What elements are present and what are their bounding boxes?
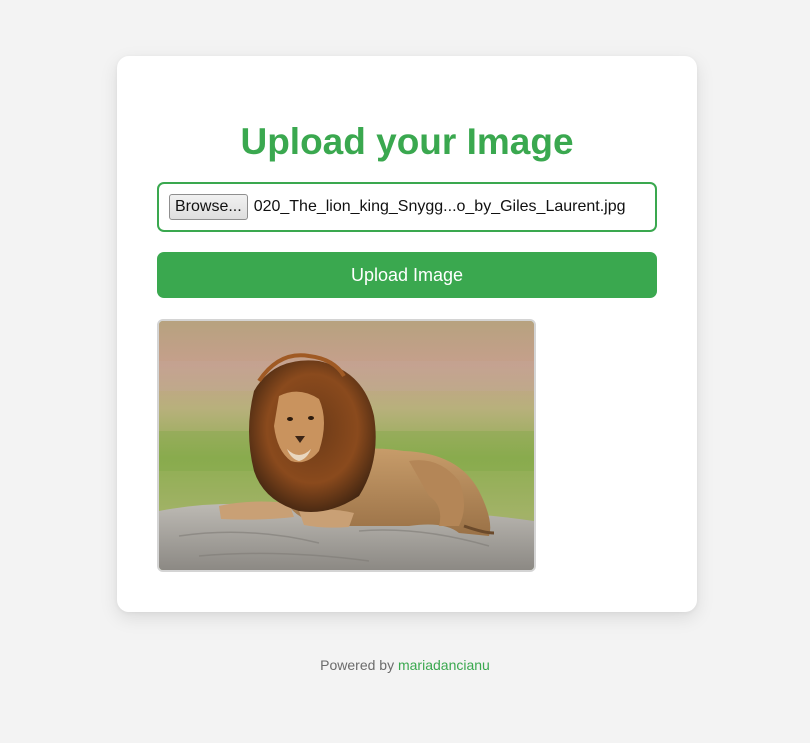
image-preview [157,319,536,572]
lion-photo [159,321,534,570]
page-title: Upload your Image [240,121,574,162]
selected-file-name: 020_The_lion_king_Snygg...o_by_Giles_Lau… [253,198,626,215]
author-link[interactable]: mariadancianu [398,657,490,673]
file-input[interactable]: Browse... 020_The_lion_king_Snygg...o_by… [157,182,657,232]
footer: Powered by mariadancianu [0,657,810,673]
browse-button[interactable]: Browse... [169,194,248,220]
footer-prefix: Powered by [320,657,395,673]
upload-card: Upload your Image Browse... 020_The_lion… [117,56,697,612]
upload-image-button[interactable]: Upload Image [157,252,657,298]
